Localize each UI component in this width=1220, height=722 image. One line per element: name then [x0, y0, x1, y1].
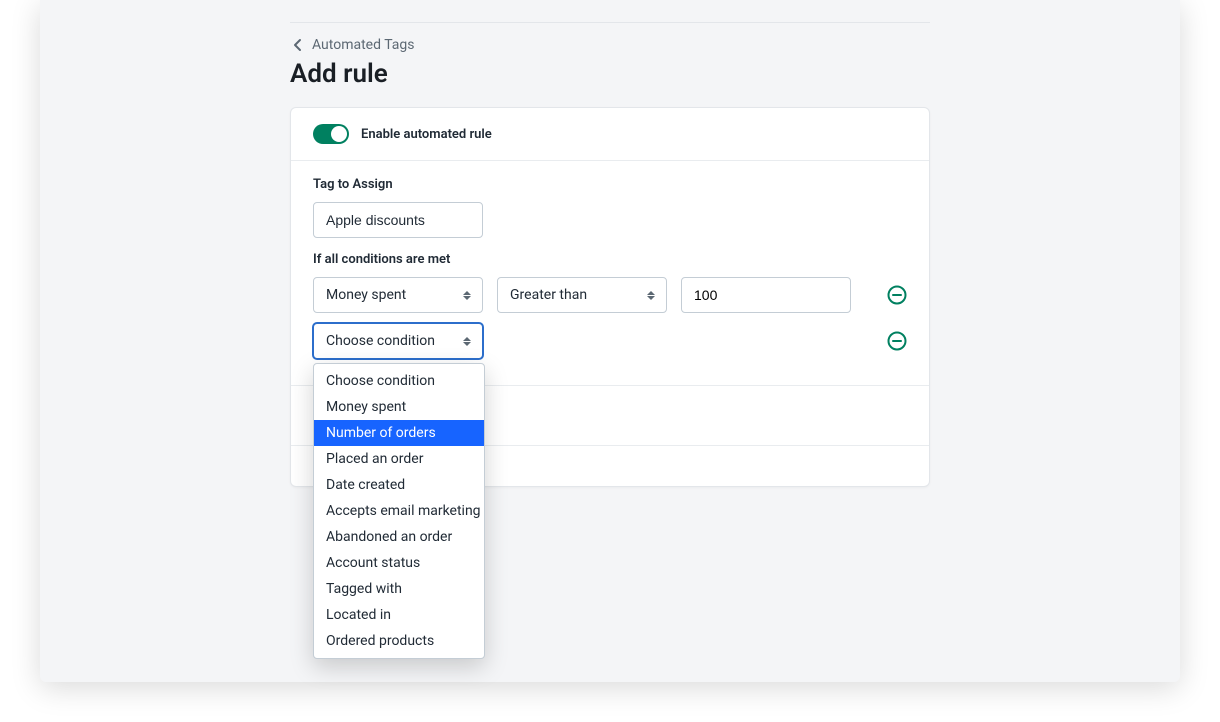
condition-row: Money spent Greater than — [313, 277, 907, 313]
condition-field-select[interactable]: Choose condition — [313, 323, 483, 359]
breadcrumb[interactable]: Automated Tags — [290, 37, 414, 53]
select-value: Greater than — [510, 287, 587, 303]
conditions-section: Tag to Assign If all conditions are met … — [291, 161, 929, 386]
dropdown-option[interactable]: Tagged with — [314, 576, 484, 602]
chevron-left-icon — [290, 37, 306, 53]
dropdown-option[interactable]: Placed an order — [314, 446, 484, 472]
conditions-heading: If all conditions are met — [313, 252, 907, 267]
condition-row: Choose condition Choose conditionMoney s… — [313, 323, 907, 359]
enable-section: Enable automated rule — [291, 108, 929, 161]
remove-condition-button[interactable] — [887, 285, 907, 305]
app-surface: Automated Tags Add rule Enable automated… — [40, 0, 1180, 682]
dropdown-option[interactable]: Located in — [314, 602, 484, 628]
enable-label: Enable automated rule — [361, 127, 492, 142]
select-value: Choose condition — [326, 333, 435, 349]
rule-card: Enable automated rule Tag to Assign If a… — [290, 107, 930, 487]
dropdown-option[interactable]: Abandoned an order — [314, 524, 484, 550]
condition-operator-select[interactable]: Greater than — [497, 277, 667, 313]
sort-icon — [462, 334, 472, 348]
content-column: Automated Tags Add rule Enable automated… — [290, 0, 930, 487]
dropdown-option[interactable]: Ordered products — [314, 628, 484, 654]
enable-toggle[interactable] — [313, 124, 349, 144]
select-value: Money spent — [326, 287, 406, 303]
dropdown-option[interactable]: Number of orders — [314, 420, 484, 446]
condition-field-dropdown[interactable]: Choose conditionMoney spentNumber of ord… — [313, 363, 485, 659]
tag-assign-input[interactable] — [313, 202, 483, 238]
dropdown-option[interactable]: Account status — [314, 550, 484, 576]
tag-assign-label: Tag to Assign — [313, 177, 907, 192]
dropdown-option[interactable]: Date created — [314, 472, 484, 498]
sort-icon — [462, 288, 472, 302]
sort-icon — [646, 288, 656, 302]
divider — [290, 22, 930, 23]
dropdown-option[interactable]: Accepts email marketing — [314, 498, 484, 524]
condition-field-select[interactable]: Money spent — [313, 277, 483, 313]
dropdown-option[interactable]: Money spent — [314, 394, 484, 420]
breadcrumb-label: Automated Tags — [312, 37, 414, 53]
page-title: Add rule — [290, 59, 930, 89]
condition-value-input[interactable] — [681, 277, 851, 313]
remove-condition-button[interactable] — [887, 331, 907, 351]
dropdown-option[interactable]: Choose condition — [314, 368, 484, 394]
